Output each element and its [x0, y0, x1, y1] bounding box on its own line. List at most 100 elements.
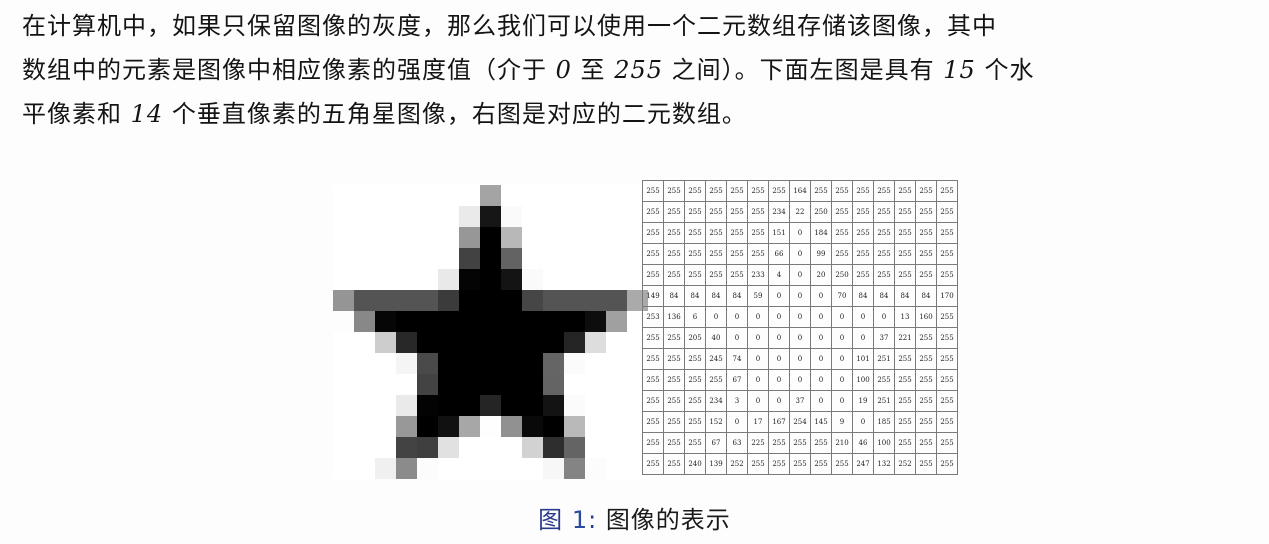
- star-pixel: [480, 185, 501, 206]
- table-row: 255 255 255 255 255 255 255 164 255 255 255 255 255 2…: [642, 180, 958, 202]
- table-cell: 255: [810, 180, 832, 202]
- star-pixel: [396, 227, 417, 248]
- table-cell: 255: [915, 243, 937, 265]
- table-cell: 0: [831, 348, 853, 370]
- star-pixel: [354, 332, 375, 353]
- table-cell: 139: [705, 453, 727, 475]
- star-pixel: [543, 437, 564, 458]
- star-pixel: [333, 206, 354, 227]
- star-pixel: [543, 227, 564, 248]
- table-cell: 0: [831, 369, 853, 391]
- table-row: 255 255 255 255 255 255 66 0 99 255 255 255 255 255 25…: [642, 243, 958, 265]
- star-pixel: [459, 206, 480, 227]
- table-cell: 152: [705, 411, 727, 433]
- table-cell: 255: [642, 180, 664, 202]
- table-cell: 0: [768, 306, 790, 328]
- star-pixel: [480, 458, 501, 479]
- table-cell: 255: [747, 180, 769, 202]
- table-cell: 254: [789, 411, 811, 433]
- table-cell: 255: [642, 201, 664, 223]
- table-cell: 99: [810, 243, 832, 265]
- star-pixel: [459, 353, 480, 374]
- table-cell: 255: [642, 432, 664, 454]
- table-cell: 0: [810, 306, 832, 328]
- star-pixel: [417, 290, 438, 311]
- star-pixel: [438, 416, 459, 437]
- star-pixel: [459, 437, 480, 458]
- star-pixel: [564, 206, 585, 227]
- table-cell: 251: [873, 390, 895, 412]
- table-row: 255 255 255 255 255 255 234 22 250 255 255 255 255 25…: [642, 201, 958, 223]
- star-pixel: [438, 374, 459, 395]
- table-cell: 0: [747, 348, 769, 370]
- star-pixel: [375, 395, 396, 416]
- table-cell: 37: [789, 390, 811, 412]
- table-cell: 0: [789, 327, 811, 349]
- star-pixel: [564, 311, 585, 332]
- table-cell: 0: [768, 285, 790, 307]
- star-pixel: [501, 374, 522, 395]
- paragraph-text: 个垂直像素的五角星图像，右图是对应的二元数组。: [163, 100, 747, 128]
- table-cell: 167: [768, 411, 790, 433]
- star-pixel: [354, 185, 375, 206]
- table-cell: 255: [684, 222, 706, 244]
- star-pixel: [501, 437, 522, 458]
- paragraph-line-2: 数组中的元素是图像中相应像素的强度值（介于 0 至 255 之间）。下面左图是具…: [22, 48, 1262, 92]
- star-pixel: [501, 416, 522, 437]
- table-row: 253 136 6 0 0 0 0 0 0 0 0 0 13 160 255: [642, 306, 958, 328]
- star-pixel: [396, 290, 417, 311]
- table-cell: 255: [705, 369, 727, 391]
- star-pixel: [501, 290, 522, 311]
- table-cell: 255: [663, 180, 685, 202]
- star-pixel: [396, 185, 417, 206]
- star-pixel: [333, 248, 354, 269]
- star-pixel: [585, 395, 606, 416]
- star-pixel: [375, 437, 396, 458]
- star-pixel: [522, 437, 543, 458]
- paragraph-text: 在计算机中，如果只保留图像的灰度，那么我们可以使用一个二元数组存储该图像，其中: [22, 12, 997, 40]
- star-pixel: [396, 374, 417, 395]
- table-cell: 255: [642, 411, 664, 433]
- star-pixel: [438, 311, 459, 332]
- star-pixel: [564, 290, 585, 311]
- table-cell: 255: [663, 390, 685, 412]
- table-cell: 0: [810, 390, 832, 412]
- table-cell: 255: [831, 453, 853, 475]
- star-pixel: [522, 353, 543, 374]
- table-cell: 255: [894, 201, 916, 223]
- paragraph-line-1: 在计算机中，如果只保留图像的灰度，那么我们可以使用一个二元数组存储该图像，其中: [22, 4, 1262, 48]
- star-pixel: [564, 269, 585, 290]
- star-pixel: [333, 332, 354, 353]
- star-pixel: [543, 311, 564, 332]
- table-cell: 145: [810, 411, 832, 433]
- star-pixel: [585, 248, 606, 269]
- table-cell: 255: [768, 180, 790, 202]
- star-pixel: [375, 353, 396, 374]
- table-cell: 255: [747, 453, 769, 475]
- table-cell: 70: [831, 285, 853, 307]
- star-pixel: [375, 458, 396, 479]
- table-cell: 255: [747, 222, 769, 244]
- table-cell: 0: [789, 264, 811, 286]
- table-cell: 0: [789, 222, 811, 244]
- star-pixel: [564, 248, 585, 269]
- star-pixel: [459, 269, 480, 290]
- table-cell: 255: [663, 432, 685, 454]
- table-cell: 0: [831, 306, 853, 328]
- star-pixel: [417, 206, 438, 227]
- star-pixel: [333, 374, 354, 395]
- table-row: 255 255 255 255 67 0 0 0 0 0 100 255 255 255 255: [642, 369, 958, 391]
- star-pixel: [564, 374, 585, 395]
- intro-paragraph: 在计算机中，如果只保留图像的灰度，那么我们可以使用一个二元数组存储该图像，其中 …: [22, 4, 1262, 136]
- star-pixel: [438, 206, 459, 227]
- table-cell: 84: [663, 285, 685, 307]
- star-pixel: [333, 311, 354, 332]
- table-cell: 210: [831, 432, 853, 454]
- star-pixel: [522, 269, 543, 290]
- star-pixel: [438, 227, 459, 248]
- star-pixel: [396, 311, 417, 332]
- star-pixel: [354, 206, 375, 227]
- star-pixel: [333, 458, 354, 479]
- star-pixel: [354, 311, 375, 332]
- table-cell: 255: [852, 201, 874, 223]
